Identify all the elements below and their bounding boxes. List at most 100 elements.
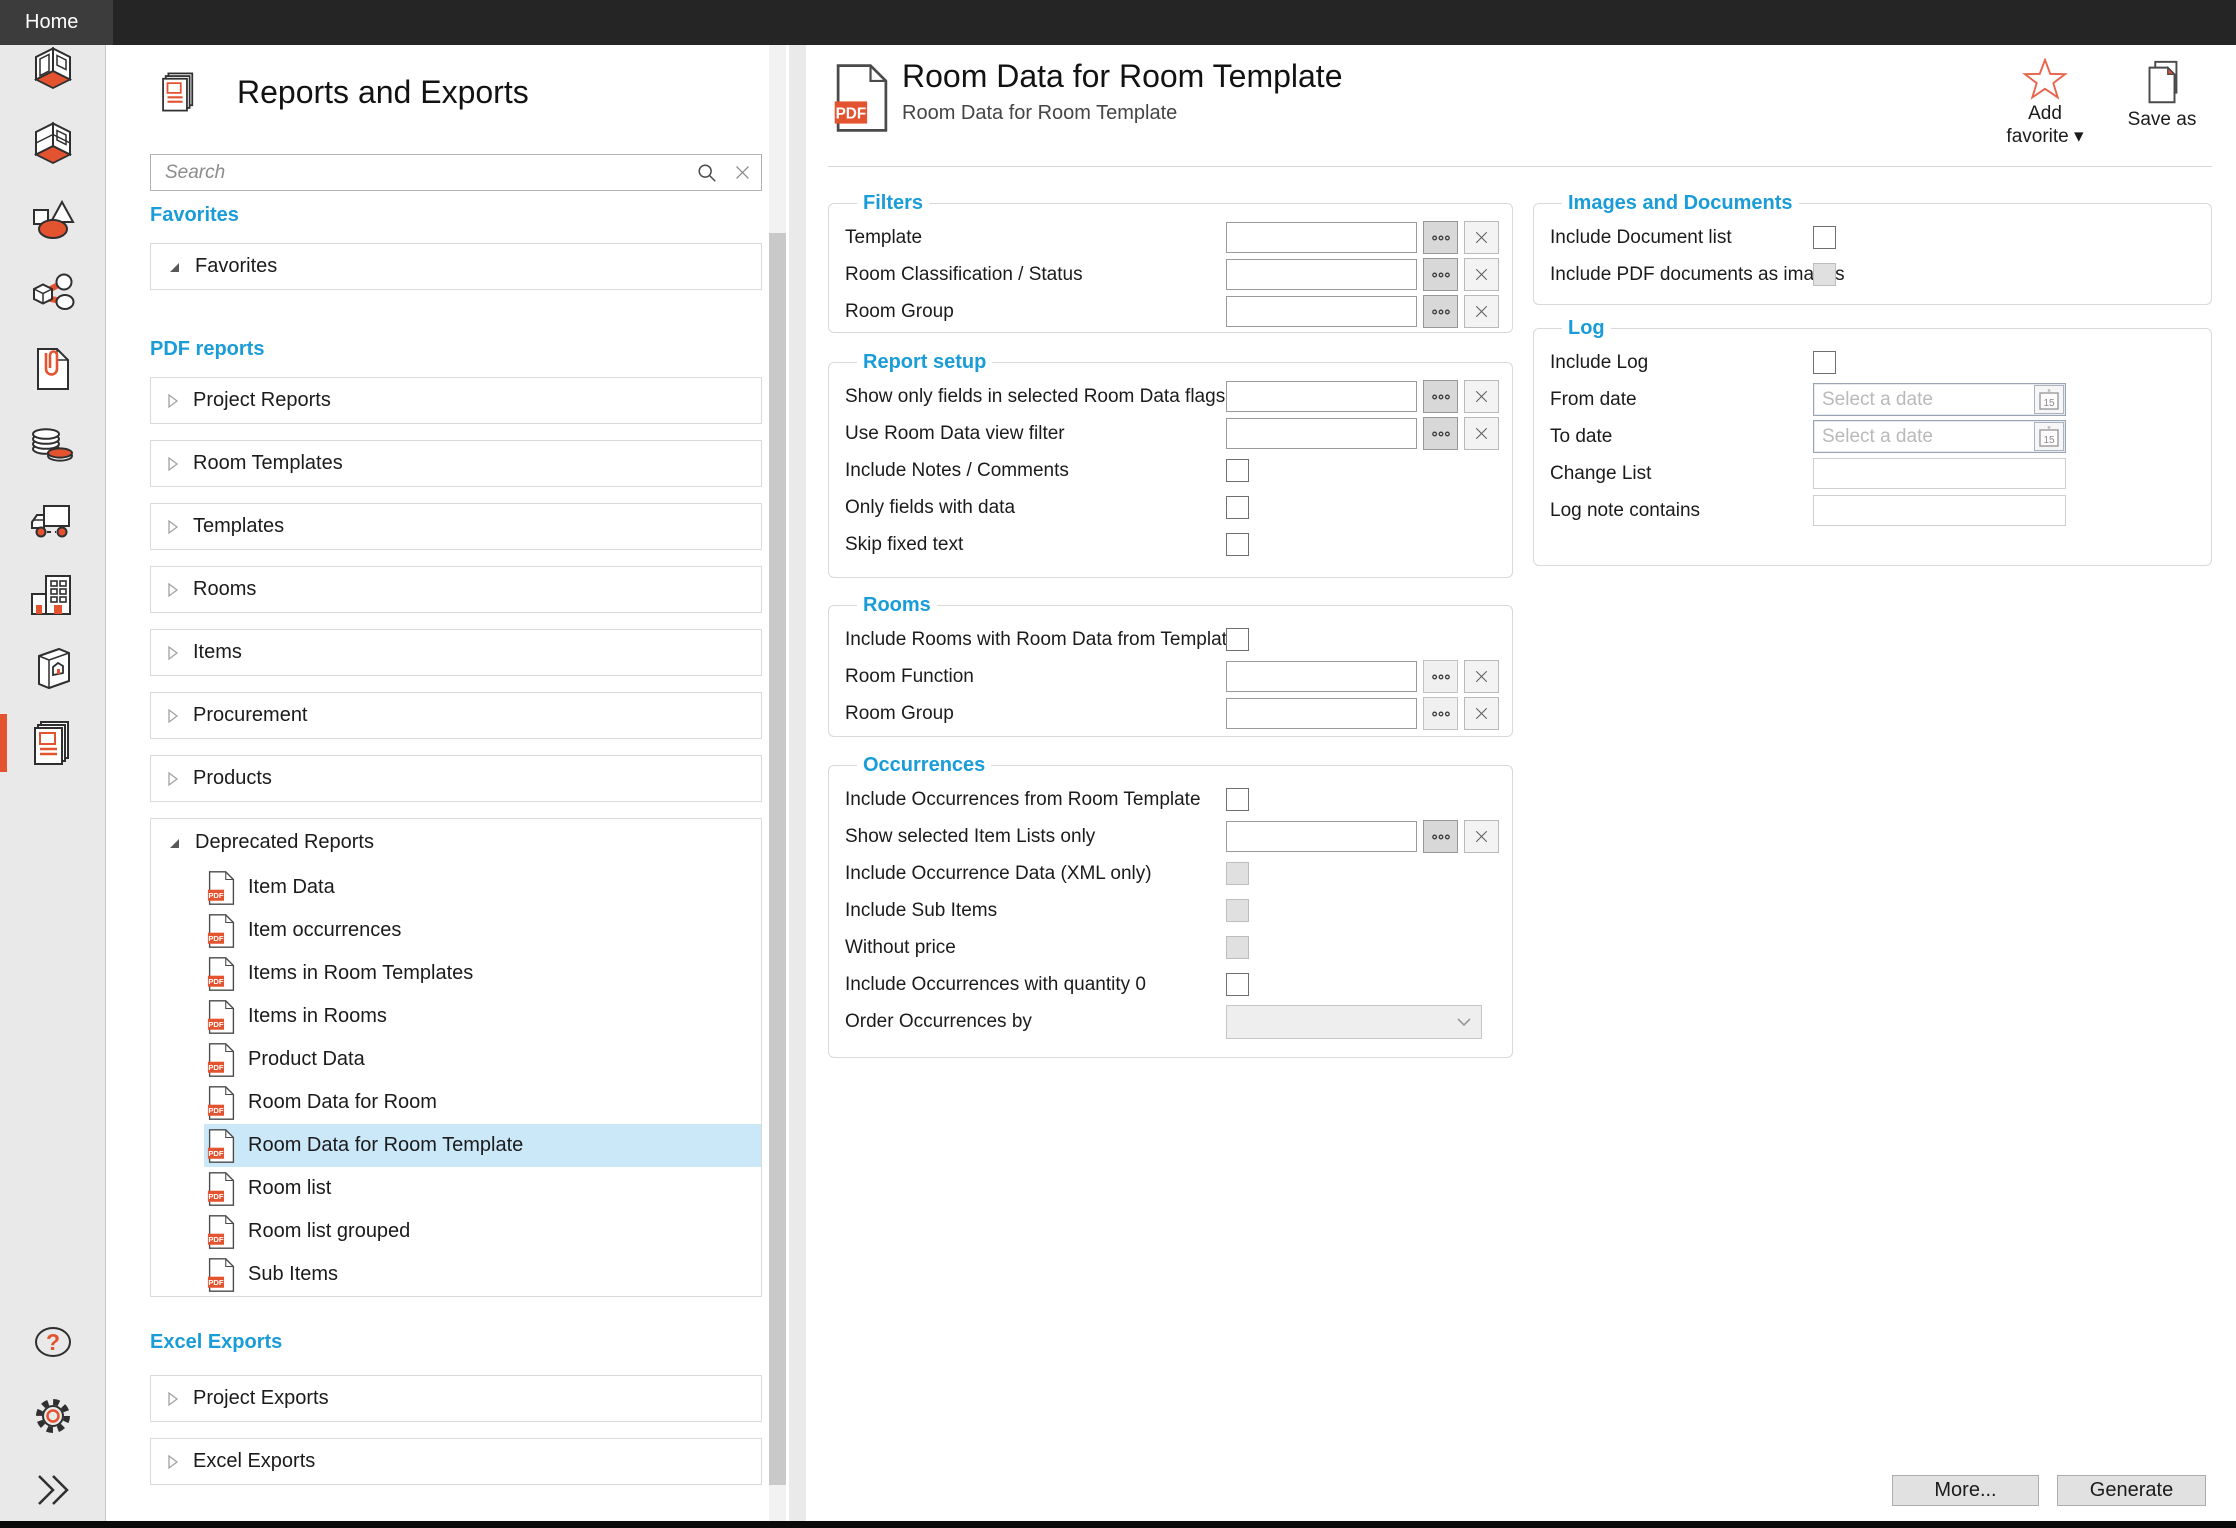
tree-item-room-list[interactable]: PDF Room list bbox=[204, 1167, 761, 1210]
clear-button[interactable] bbox=[1464, 380, 1499, 413]
room-icon[interactable] bbox=[27, 44, 79, 96]
include-quantity-zero-checkbox[interactable] bbox=[1226, 973, 1249, 996]
clear-button[interactable] bbox=[1464, 258, 1499, 291]
expander-collapsed-icon[interactable] bbox=[167, 519, 179, 535]
logistics-icon[interactable] bbox=[27, 494, 79, 546]
browse-button[interactable] bbox=[1423, 258, 1458, 291]
documents-icon[interactable] bbox=[27, 343, 79, 395]
clear-x-icon bbox=[1474, 267, 1489, 282]
clear-button[interactable] bbox=[1464, 660, 1499, 693]
room-function-input[interactable] bbox=[1226, 661, 1417, 692]
help-icon[interactable]: ? bbox=[27, 1316, 79, 1368]
tree-item-product-data[interactable]: PDF Product Data bbox=[204, 1038, 761, 1081]
skip-fixed-text-checkbox[interactable] bbox=[1226, 533, 1249, 556]
generate-button[interactable]: Generate bbox=[2057, 1475, 2206, 1506]
active-module-indicator bbox=[0, 714, 7, 772]
include-notes-checkbox[interactable] bbox=[1226, 459, 1249, 482]
expander-collapsed-icon[interactable] bbox=[167, 1454, 179, 1470]
expander-collapsed-icon[interactable] bbox=[167, 771, 179, 787]
tree-group-templates[interactable]: Templates bbox=[150, 503, 762, 550]
settings-icon[interactable] bbox=[27, 1390, 79, 1442]
save-as-button[interactable]: Save as bbox=[2112, 58, 2212, 131]
add-favorite-button[interactable]: Add favorite ▾ bbox=[1998, 58, 2092, 148]
rooms-room-group-input[interactable] bbox=[1226, 698, 1417, 729]
expand-sidebar-icon[interactable] bbox=[27, 1464, 79, 1516]
tree-group-rooms[interactable]: Rooms bbox=[150, 566, 762, 613]
tree-item-label: Room Data for Room bbox=[248, 1091, 437, 1114]
occurrences-icon[interactable] bbox=[27, 269, 79, 321]
browse-button[interactable] bbox=[1423, 295, 1458, 328]
expander-expanded-icon[interactable] bbox=[167, 836, 181, 850]
images-documents-legend: Images and Documents bbox=[1562, 192, 1799, 215]
include-rooms-from-template-checkbox[interactable] bbox=[1226, 628, 1249, 651]
change-list-input[interactable] bbox=[1813, 458, 2066, 489]
tree-item-items-in-room-templates[interactable]: PDF Items in Room Templates bbox=[204, 952, 761, 995]
tree-group-favorites[interactable]: Favorites bbox=[150, 243, 762, 290]
calendar-button[interactable]: 15 bbox=[2034, 422, 2064, 451]
to-date-picker[interactable]: Select a date 15 bbox=[1813, 420, 2066, 453]
tree-group-project-reports[interactable]: Project Reports bbox=[150, 377, 762, 424]
expander-collapsed-icon[interactable] bbox=[167, 582, 179, 598]
from-date-picker[interactable]: Select a date 15 bbox=[1813, 383, 2066, 416]
calendar-button[interactable]: 15 bbox=[2034, 385, 2064, 414]
search-input[interactable] bbox=[163, 161, 680, 185]
building-icon[interactable] bbox=[27, 569, 79, 621]
tree-item-room-list-grouped[interactable]: PDF Room list grouped bbox=[204, 1210, 761, 1253]
items-icon[interactable] bbox=[27, 195, 79, 247]
room-data-view-filter-input[interactable] bbox=[1226, 418, 1417, 449]
room-classification-input[interactable] bbox=[1226, 259, 1417, 290]
clear-button[interactable] bbox=[1464, 417, 1499, 450]
panel-divider[interactable] bbox=[789, 45, 806, 1522]
tree-group-excel-exports[interactable]: Excel Exports bbox=[150, 1438, 762, 1485]
include-occurrences-from-template-checkbox[interactable] bbox=[1226, 788, 1249, 811]
tree-item-sub-items[interactable]: PDF Sub Items bbox=[204, 1253, 761, 1296]
browse-button-disabled[interactable] bbox=[1423, 697, 1458, 730]
tree-item-item-occurrences[interactable]: PDF Item occurrences bbox=[204, 909, 761, 952]
clear-button[interactable] bbox=[1464, 697, 1499, 730]
expander-expanded-icon[interactable] bbox=[167, 260, 181, 274]
browse-button[interactable] bbox=[1423, 417, 1458, 450]
include-document-list-checkbox[interactable] bbox=[1813, 226, 1836, 249]
panel-scrollbar-thumb[interactable] bbox=[769, 233, 786, 1485]
tree-item-room-data-for-room[interactable]: PDF Room Data for Room bbox=[204, 1081, 761, 1124]
browse-button[interactable] bbox=[1423, 380, 1458, 413]
expander-collapsed-icon[interactable] bbox=[167, 456, 179, 472]
tree-group-header[interactable]: Deprecated Reports bbox=[151, 819, 761, 866]
tree-group-products[interactable]: Products bbox=[150, 755, 762, 802]
tree-item-item-data[interactable]: PDF Item Data bbox=[204, 866, 761, 909]
clear-button[interactable] bbox=[1464, 820, 1499, 853]
clear-button[interactable] bbox=[1464, 295, 1499, 328]
browse-button[interactable] bbox=[1423, 221, 1458, 254]
tree-group-project-exports[interactable]: Project Exports bbox=[150, 1375, 762, 1422]
catalog-icon[interactable] bbox=[27, 643, 79, 695]
include-log-checkbox[interactable] bbox=[1813, 351, 1836, 374]
tree-group-items[interactable]: Items bbox=[150, 629, 762, 676]
tree-item-items-in-rooms[interactable]: PDF Items in Rooms bbox=[204, 995, 761, 1038]
reports-icon[interactable] bbox=[27, 717, 79, 769]
room-template-icon[interactable] bbox=[27, 119, 79, 171]
search-icon[interactable] bbox=[696, 162, 718, 184]
expander-collapsed-icon[interactable] bbox=[167, 708, 179, 724]
room-data-flags-input[interactable] bbox=[1226, 381, 1417, 412]
browse-button[interactable] bbox=[1423, 820, 1458, 853]
expander-collapsed-icon[interactable] bbox=[167, 645, 179, 661]
browse-button-disabled[interactable] bbox=[1423, 660, 1458, 693]
template-input[interactable] bbox=[1226, 222, 1417, 253]
svg-text:PDF: PDF bbox=[208, 1278, 224, 1287]
tab-home[interactable]: Home bbox=[0, 0, 113, 45]
clear-button[interactable] bbox=[1464, 221, 1499, 254]
clear-search-icon[interactable] bbox=[734, 164, 751, 181]
ellipsis-icon bbox=[1431, 308, 1451, 316]
expander-collapsed-icon[interactable] bbox=[167, 1391, 179, 1407]
log-note-contains-input[interactable] bbox=[1813, 495, 2066, 526]
tree-group-room-templates[interactable]: Room Templates bbox=[150, 440, 762, 487]
tree-group-procurement[interactable]: Procurement bbox=[150, 692, 762, 739]
room-group-input[interactable] bbox=[1226, 296, 1417, 327]
ellipsis-icon bbox=[1431, 271, 1451, 279]
expander-collapsed-icon[interactable] bbox=[167, 393, 179, 409]
item-lists-input[interactable] bbox=[1226, 821, 1417, 852]
only-fields-with-data-checkbox[interactable] bbox=[1226, 496, 1249, 519]
finance-icon[interactable] bbox=[27, 420, 79, 472]
tree-item-room-data-for-room-template-selected[interactable]: PDF Room Data for Room Template bbox=[204, 1124, 761, 1167]
more-button[interactable]: More... bbox=[1892, 1475, 2039, 1506]
